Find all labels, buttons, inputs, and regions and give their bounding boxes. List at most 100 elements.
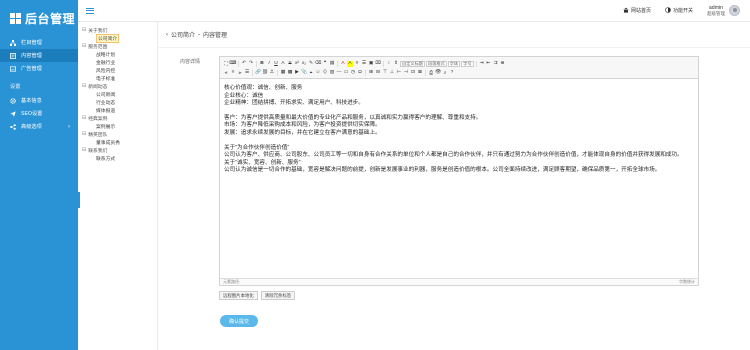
user-menu[interactable]: admin 超级管理 [707, 5, 740, 17]
link-icon[interactable]: 🔗 [255, 70, 261, 76]
pasteplain-icon[interactable]: ▤ [329, 61, 335, 67]
help-icon[interactable]: ? [449, 70, 455, 76]
collapse-icon[interactable]: ⊟ [82, 147, 86, 153]
tree-leaf[interactable]: 公司简介 [82, 33, 157, 43]
special-char-icon[interactable]: Ω [357, 70, 363, 76]
col-delete-icon[interactable]: ⊣ [403, 70, 409, 76]
split-cells-icon[interactable]: ⊠ [417, 70, 423, 76]
justify-icon[interactable]: ≣ [500, 61, 506, 67]
clear-format-icon[interactable]: ⌫ [315, 61, 322, 67]
feature-switch-link[interactable]: 功能开关 [665, 6, 693, 15]
font-family-select[interactable]: 字体 [447, 60, 461, 67]
row-delete-icon[interactable]: ⊥ [389, 70, 395, 76]
sidebar-item-column-management[interactable]: 栏目管理 [0, 36, 78, 49]
tree-group-title[interactable]: ⊟ 关于我们 [82, 26, 157, 34]
tree-leaf[interactable]: 战略计划 [82, 50, 157, 58]
row-spacing-top-icon[interactable]: ↕ [386, 61, 392, 67]
sidebar-item-basic-info[interactable]: 基本信息 [0, 94, 78, 107]
tree-group-title[interactable]: ⊟ 服务范围 [82, 42, 157, 50]
italic-icon[interactable]: I [266, 61, 272, 67]
tree-leaf[interactable]: 案例展示 [82, 122, 157, 130]
editor-content-area[interactable]: 核心价值观：诚信、创新、服务 企业核心：诚信 企业精神：团结拼搏、开拓求实、满足用户… [220, 79, 698, 280]
tree-leaf[interactable]: 董事成员秀 [82, 138, 157, 146]
sidebar-item-advanced-options[interactable]: 高级选项 › [0, 120, 78, 133]
menu-toggle-icon[interactable] [86, 7, 94, 14]
collapse-icon[interactable]: ⊟ [82, 131, 86, 137]
print-icon[interactable]: ⎙ [428, 70, 434, 76]
align-center-icon[interactable]: ≡ [230, 70, 236, 76]
video-icon[interactable]: ▶ [294, 70, 300, 76]
collapse-icon[interactable]: ⊟ [82, 27, 86, 33]
anchor-icon[interactable]: ⚓ [269, 70, 275, 76]
direction-ltr-icon[interactable]: ⇥ [479, 61, 485, 67]
tree-leaf[interactable]: 金融行业 [82, 58, 157, 66]
multi-image-icon[interactable]: ▩ [287, 70, 293, 76]
submit-button[interactable]: 确认提交 [220, 315, 258, 327]
tree-group-title[interactable]: ⊟ 联系我们 [82, 146, 157, 154]
superscript-icon[interactable]: x² [294, 61, 300, 67]
localize-remote-images-button[interactable]: 远程图片本地化 [219, 291, 258, 300]
app-logo[interactable]: 后台管理 [0, 0, 78, 36]
date-icon[interactable]: ▭ [343, 70, 349, 76]
table-delete-icon[interactable]: ⊟ [375, 70, 381, 76]
time-icon[interactable]: ◷ [350, 70, 356, 76]
font-color-icon[interactable]: A [340, 61, 346, 67]
font-border-icon[interactable]: A [280, 61, 286, 67]
sidebar-item-ad-management[interactable]: 广告管理 [0, 62, 78, 75]
preview-icon[interactable]: 👁 [435, 70, 441, 76]
attachment-icon[interactable]: 📎 [301, 70, 307, 76]
sidebar-item-seo-settings[interactable]: SEO设置 [0, 107, 78, 120]
breadcrumb-section[interactable]: 公司简介 [171, 30, 195, 39]
align-justify-icon[interactable]: ☰ [244, 70, 250, 76]
table-insert-icon[interactable]: ⊞ [368, 70, 374, 76]
select-all-icon[interactable]: ▣ [368, 61, 374, 67]
collapse-icon[interactable]: ⊟ [82, 115, 86, 121]
sidebar-item-content-management[interactable]: 内容管理 [0, 49, 78, 62]
strikethrough-icon[interactable]: S [287, 61, 293, 67]
tree-group-title[interactable]: ⊟ 新闻动态 [82, 82, 157, 90]
direction-rtl-icon[interactable]: ⇤ [486, 61, 492, 67]
tree-leaf[interactable]: 电子标准 [82, 74, 157, 82]
avatar[interactable] [729, 5, 740, 16]
site-home-link[interactable]: 网站首页 [623, 7, 651, 15]
map-icon[interactable]: ⌖ [308, 70, 314, 76]
custom-title-select[interactable]: 自定义标题 [400, 60, 425, 67]
tree-group-title[interactable]: ⊟ 精英团队 [82, 130, 157, 138]
code-insert-icon[interactable]: ⟨⟩ [322, 70, 328, 76]
ordered-list-icon[interactable]: ≡ [354, 61, 360, 67]
font-size-select[interactable]: 字号 [461, 60, 474, 67]
search-replace-icon[interactable]: ⌕ [442, 70, 448, 76]
emotion-icon[interactable]: ☺ [315, 70, 321, 76]
back-arrow-icon[interactable]: ‹ [166, 32, 168, 38]
unordered-list-icon[interactable]: ☰ [361, 61, 367, 67]
row-spacing-bottom-icon[interactable]: ⇕ [393, 61, 399, 67]
blockquote-icon[interactable]: ❝ [322, 61, 328, 67]
redo-icon[interactable]: ↷ [248, 61, 254, 67]
clear-doc-icon[interactable]: ⌧ [375, 61, 381, 67]
merge-cells-icon[interactable]: ⊡ [410, 70, 416, 76]
format-match-icon[interactable]: ✎ [308, 61, 314, 67]
indent-icon[interactable]: ⇉ [493, 61, 499, 67]
image-insert-icon[interactable]: ▦ [280, 70, 286, 76]
background-color-icon[interactable]: A [347, 60, 353, 67]
source-code-icon[interactable]: ⌨ [230, 61, 237, 67]
fullscreen-icon[interactable]: ⛶ [223, 61, 229, 67]
underline-icon[interactable]: U [273, 61, 279, 67]
tree-leaf[interactable]: 公司新闻 [82, 90, 157, 98]
subscript-icon[interactable]: x₂ [301, 61, 307, 67]
undo-icon[interactable]: ↶ [241, 61, 247, 67]
tree-group-title[interactable]: ⊟ 经典案例 [82, 114, 157, 122]
template-icon[interactable]: ▥ [329, 70, 335, 76]
col-insert-icon[interactable]: ⊢ [396, 70, 402, 76]
clear-redundant-tags-button[interactable]: 清除冗余标签 [260, 291, 296, 300]
collapse-icon[interactable]: ⊟ [82, 83, 86, 89]
tree-leaf[interactable]: 行业动态 [82, 98, 157, 106]
align-left-icon[interactable]: ⫷ [223, 70, 229, 76]
tree-leaf[interactable]: 联系方式 [82, 154, 157, 162]
tree-leaf[interactable]: 风险内控 [82, 66, 157, 74]
unlink-icon[interactable]: ⛓ [262, 70, 268, 76]
bold-icon[interactable]: B [259, 61, 265, 67]
row-insert-icon[interactable]: ⊤ [382, 70, 388, 76]
align-right-icon[interactable]: ⫸ [237, 70, 243, 76]
tree-leaf[interactable]: 媒体报道 [82, 106, 157, 114]
